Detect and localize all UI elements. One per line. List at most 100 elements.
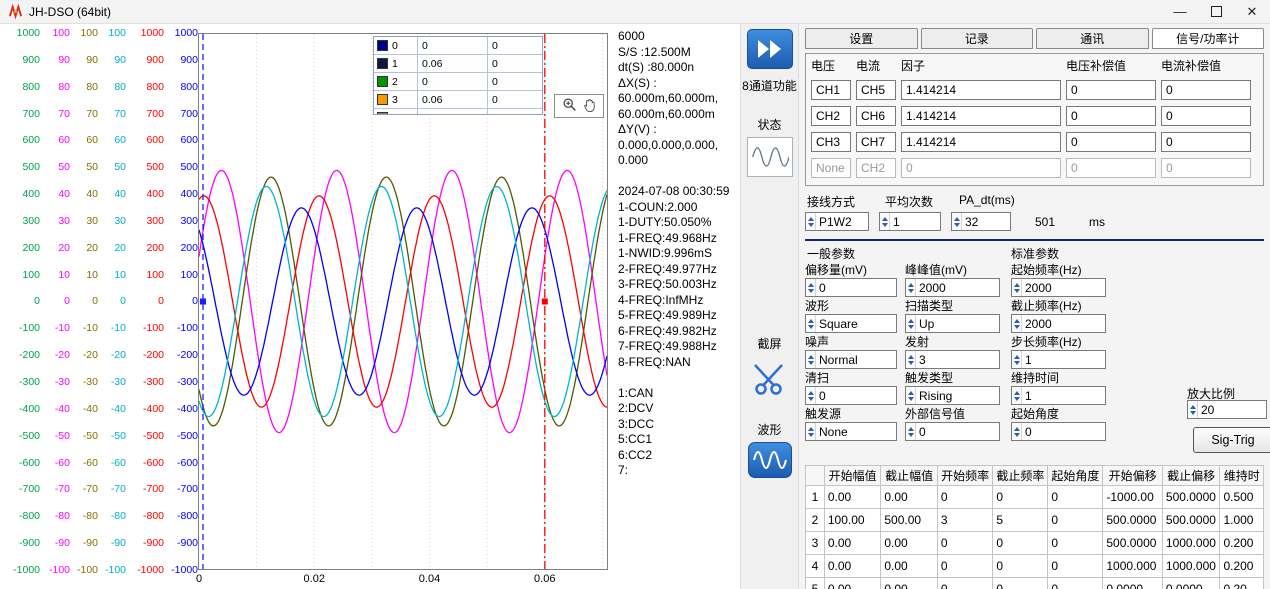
spin-down-icon[interactable]	[908, 397, 914, 401]
spinner-arrows[interactable]	[1188, 401, 1198, 418]
segment-cell[interactable]: 0.500	[1220, 486, 1264, 509]
segment-cell[interactable]: 0.00	[824, 486, 881, 509]
gen2-spinner-1[interactable]: Up	[905, 314, 1000, 333]
gen1-spinner-0-value[interactable]: 0	[816, 281, 826, 295]
spin-up-icon[interactable]	[1014, 283, 1020, 287]
std-spinner-3[interactable]: 1	[1011, 386, 1106, 405]
std-spinner-3-value[interactable]: 1	[1022, 389, 1032, 403]
gen1-spinner-3-value[interactable]: 0	[816, 389, 826, 403]
gen2-spinner-4-value[interactable]: 0	[916, 425, 926, 439]
segment-cell[interactable]: 1000.000	[1162, 555, 1220, 578]
segment-cell[interactable]: 500.0000	[1162, 509, 1220, 532]
gen2-spinner-2[interactable]: 3	[905, 350, 1000, 369]
spin-down-icon[interactable]	[882, 223, 888, 227]
spin-up-icon[interactable]	[1014, 319, 1020, 323]
segment-cell[interactable]: 0.00	[824, 578, 881, 589]
spin-down-icon[interactable]	[908, 289, 914, 293]
std-spinner-1[interactable]: 2000	[1011, 314, 1106, 333]
wiring-mode-spinner[interactable]: P1W2	[805, 212, 869, 231]
spin-down-icon[interactable]	[1014, 433, 1020, 437]
gen2-spinner-2-value[interactable]: 3	[916, 353, 926, 367]
plot-area[interactable]: 00010.06020030.0604	[198, 33, 608, 570]
std-spinner-1-value[interactable]: 2000	[1022, 317, 1052, 331]
segment-cell[interactable]: 0	[1048, 509, 1103, 532]
segment-cell[interactable]: 0.200	[1220, 532, 1264, 555]
gen2-spinner-3-value[interactable]: Rising	[916, 389, 952, 403]
zoom-scale-value[interactable]: 20	[1198, 403, 1214, 417]
gen2-spinner-0-value[interactable]: 2000	[916, 281, 946, 295]
spin-down-icon[interactable]	[908, 325, 914, 329]
spin-down-icon[interactable]	[808, 361, 814, 365]
fast-forward-button[interactable]	[747, 29, 793, 69]
spin-up-icon[interactable]	[808, 217, 814, 221]
spin-up-icon[interactable]	[908, 283, 914, 287]
maximize-button[interactable]	[1198, 0, 1234, 23]
spin-down-icon[interactable]	[1014, 361, 1020, 365]
gen2-spinner-3[interactable]: Rising	[905, 386, 1000, 405]
segment-cell[interactable]: 1.000	[1220, 509, 1264, 532]
wiring-mode-spinner-arrows[interactable]	[806, 213, 816, 230]
pa-dt-spinner-value[interactable]: 32	[962, 215, 978, 229]
std-spinner-0-arrows[interactable]	[1012, 279, 1022, 296]
segment-cell[interactable]: 0.00	[881, 532, 938, 555]
std-spinner-2-value[interactable]: 1	[1022, 353, 1032, 367]
segment-cell[interactable]: 500.0000	[1103, 509, 1163, 532]
segment-cell[interactable]: 1000.000	[1162, 532, 1220, 555]
tab-0[interactable]: 设置	[805, 28, 918, 49]
gen1-spinner-3-arrows[interactable]	[806, 387, 816, 404]
gen2-spinner-0-arrows[interactable]	[906, 279, 916, 296]
spin-up-icon[interactable]	[808, 427, 814, 431]
spin-up-icon[interactable]	[882, 217, 888, 221]
gen1-spinner-0[interactable]: 0	[805, 278, 897, 297]
spin-up-icon[interactable]	[908, 391, 914, 395]
current-channel-3[interactable]: CH7	[856, 132, 896, 152]
spin-up-icon[interactable]	[908, 355, 914, 359]
gen1-spinner-0-arrows[interactable]	[806, 279, 816, 296]
segment-cell[interactable]: 0.200	[1220, 555, 1264, 578]
segment-cell[interactable]: 1000.000	[1103, 555, 1163, 578]
spin-down-icon[interactable]	[908, 433, 914, 437]
spin-down-icon[interactable]	[808, 223, 814, 227]
spin-up-icon[interactable]	[808, 391, 814, 395]
gen1-spinner-4[interactable]: None	[805, 422, 897, 441]
segment-cell[interactable]: 500.0000	[1103, 532, 1163, 555]
voltage-comp-input-3[interactable]: 0	[1066, 132, 1156, 152]
segment-cell[interactable]: 0	[1048, 578, 1103, 589]
spin-down-icon[interactable]	[1190, 411, 1196, 415]
gen2-spinner-0[interactable]: 2000	[905, 278, 1000, 297]
spin-up-icon[interactable]	[1014, 391, 1020, 395]
segment-cell[interactable]: 5	[993, 509, 1048, 532]
segment-cell[interactable]: 0.0000	[1103, 578, 1163, 589]
factor-input-3[interactable]: 1.414214	[901, 132, 1061, 152]
segment-cell[interactable]: 0	[993, 532, 1048, 555]
zoom-scale-spinner[interactable]: 20	[1187, 400, 1267, 419]
segment-cell[interactable]: 0	[993, 555, 1048, 578]
gen1-spinner-3[interactable]: 0	[805, 386, 897, 405]
std-spinner-2-arrows[interactable]	[1012, 351, 1022, 368]
spin-up-icon[interactable]	[808, 355, 814, 359]
gen2-spinner-4[interactable]: 0	[905, 422, 1000, 441]
segment-cell[interactable]: 0.20	[1220, 578, 1264, 589]
gen2-spinner-1-value[interactable]: Up	[916, 317, 934, 331]
gen1-spinner-4-arrows[interactable]	[806, 423, 816, 440]
average-count-spinner-value[interactable]: 1	[890, 215, 900, 229]
segment-cell[interactable]: 0.00	[881, 555, 938, 578]
tab-2[interactable]: 通讯	[1036, 28, 1149, 49]
gen2-spinner-2-arrows[interactable]	[906, 351, 916, 368]
waveform-button[interactable]	[748, 442, 792, 478]
current-channel-2[interactable]: CH6	[856, 106, 896, 126]
voltage-channel-1[interactable]: CH1	[811, 80, 851, 100]
gen1-spinner-2[interactable]: Normal	[805, 350, 897, 369]
spin-down-icon[interactable]	[1014, 397, 1020, 401]
std-spinner-0-value[interactable]: 2000	[1022, 281, 1052, 295]
spin-down-icon[interactable]	[908, 361, 914, 365]
current-comp-input-2[interactable]: 0	[1161, 106, 1251, 126]
segment-cell[interactable]: 0.00	[881, 578, 938, 589]
segment-cell[interactable]: 0	[937, 486, 993, 509]
spin-up-icon[interactable]	[808, 319, 814, 323]
spin-down-icon[interactable]	[808, 289, 814, 293]
tab-3[interactable]: 信号/功率计	[1152, 28, 1265, 49]
spin-up-icon[interactable]	[808, 283, 814, 287]
spin-up-icon[interactable]	[954, 217, 960, 221]
std-spinner-1-arrows[interactable]	[1012, 315, 1022, 332]
